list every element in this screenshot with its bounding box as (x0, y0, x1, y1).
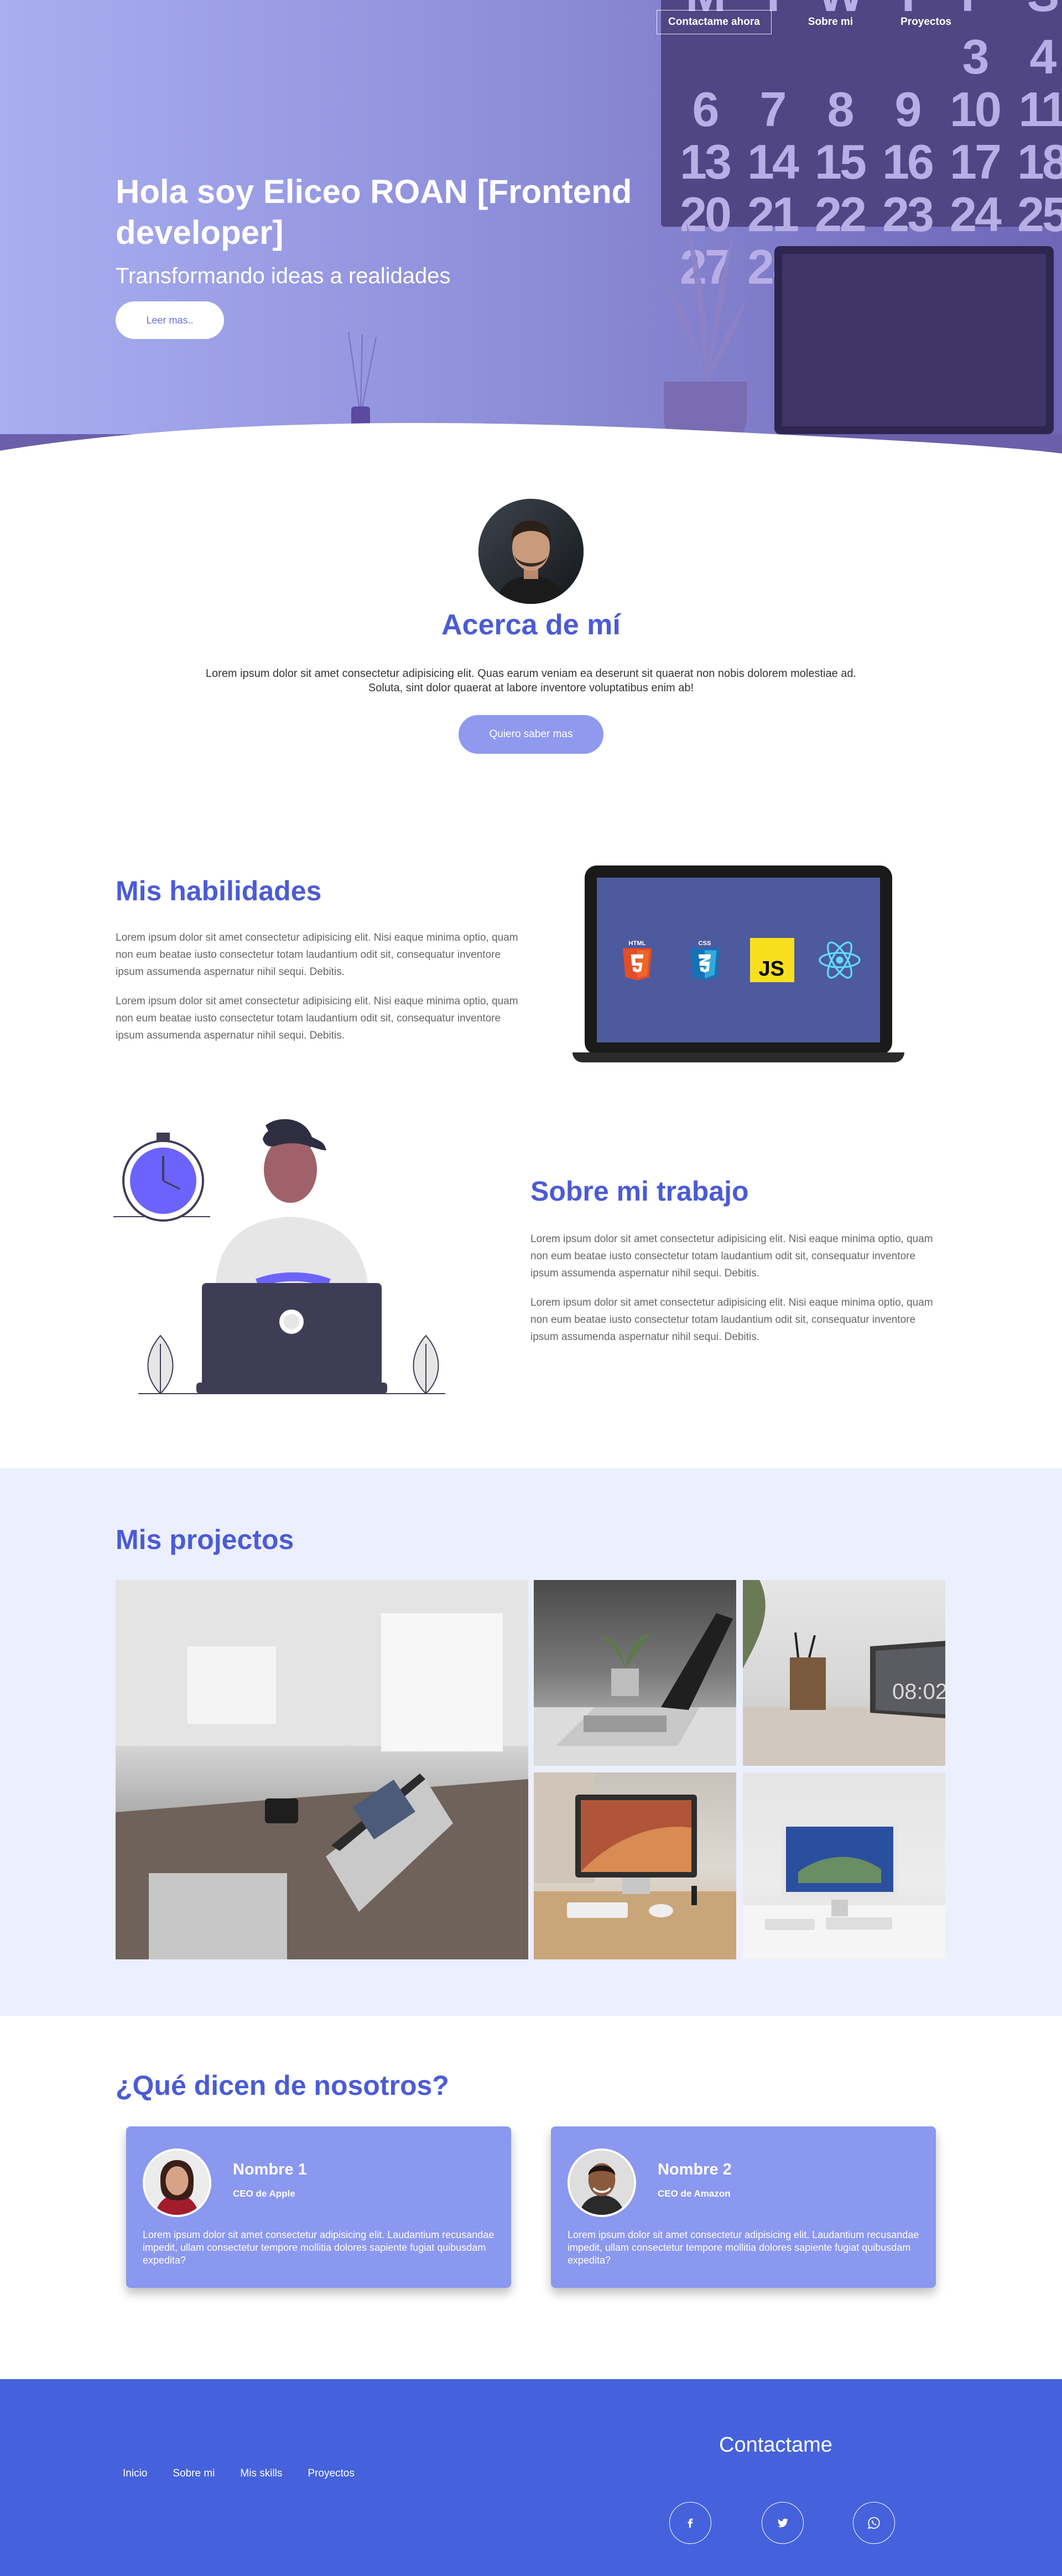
calendar-header: F (941, 0, 1008, 19)
calendar-day: 6 (692, 82, 720, 137)
calendar-header: S (1008, 0, 1062, 19)
hero-monitor-image (774, 246, 1054, 452)
hero-wave-divider (0, 423, 1062, 459)
calendar-day: 21 (747, 187, 799, 242)
testimonial-role-2: CEO de Amazon (658, 2188, 731, 2199)
html5-icon: HTML (615, 937, 660, 983)
hero-section: MTWTFS3467891011131415161718202122232425… (0, 0, 1062, 459)
about-title: Acerca de mí (441, 609, 621, 641)
calendar-day: 8 (827, 82, 855, 137)
nav-projects-link[interactable]: Proyectos (889, 11, 962, 34)
project-photo-imac[interactable] (534, 1772, 736, 1959)
laptop-display: HTML CSS JS (597, 878, 880, 1042)
calendar-day: 11 (1018, 82, 1062, 137)
laptop-screen: HTML CSS JS (585, 865, 892, 1055)
calendar-day: 9 (894, 82, 922, 137)
testimonial-card-1: Nombre 1 CEO de Apple Lorem ipsum dolor … (126, 2126, 511, 2288)
calendar-day: 16 (882, 134, 934, 189)
calendar-day: 7 (759, 82, 787, 137)
facebook-icon (688, 2518, 693, 2528)
footer-link-skills[interactable]: Mis skills (240, 2468, 282, 2480)
about-text: Lorem ipsum dolor sit amet consectetur a… (205, 668, 857, 694)
calendar-header: T (873, 0, 941, 19)
css-label: CSS (698, 940, 711, 947)
calendar-day: 18 (1017, 134, 1062, 189)
project-photo-imac-island[interactable] (743, 1772, 945, 1959)
nav-contact-button[interactable]: Contactame ahora (657, 10, 772, 34)
calendar-day (738, 30, 806, 83)
js-label: JS (759, 957, 784, 981)
hero-title: Hola soy Eliceo ROAN [Frontend developer… (116, 173, 632, 251)
facebook-button[interactable] (669, 2502, 711, 2544)
twitter-button[interactable] (762, 2502, 804, 2544)
footer-nav: Inicio Sobre mi Mis skills Proyectos (123, 2468, 355, 2480)
hero-diffuser-sticks (348, 332, 377, 409)
footer-link-home[interactable]: Inicio (123, 2468, 147, 2480)
page: MTWTFS3467891011131415161718202122232425… (0, 0, 1062, 2576)
footer-contact-title: Contactame (719, 2433, 832, 2457)
calendar-day: 4 (1029, 29, 1057, 84)
learn-more-button[interactable]: Quiero saber mas (459, 715, 603, 754)
project-photo-laptop-plant[interactable] (534, 1580, 736, 1766)
react-icon (817, 937, 862, 983)
project-photo-desk-clock[interactable]: 08:02 (743, 1580, 945, 1766)
testimonial-avatar-2 (568, 2149, 636, 2217)
twitter-icon (777, 2518, 788, 2527)
work-paragraph-1: Lorem ipsum dolor sit amet consectetur a… (530, 1233, 933, 1279)
skills-laptop-image: HTML CSS JS (572, 865, 904, 1067)
calendar-header: M (671, 0, 738, 19)
calendar-day: 22 (815, 187, 867, 242)
calendar-day: 3 (962, 29, 990, 84)
calendar-day (806, 30, 873, 83)
laptop-base (572, 1052, 904, 1062)
work-title: Sobre mi trabajo (530, 1176, 749, 1207)
javascript-icon: JS (749, 937, 795, 983)
testimonial-name-1: Nombre 1 (233, 2161, 307, 2178)
calendar-day (671, 30, 738, 83)
footer: Inicio Sobre mi Mis skills Proyectos Con… (0, 2379, 1062, 2576)
css3-icon: CSS (682, 937, 727, 983)
testimonial-text-1: Lorem ipsum dolor sit amet consectetur a… (143, 2229, 494, 2266)
whatsapp-icon (868, 2517, 880, 2529)
skills-paragraph-1: Lorem ipsum dolor sit amet consectetur a… (116, 932, 518, 978)
whatsapp-button[interactable] (853, 2502, 895, 2544)
projects-title: Mis projectos (116, 1524, 294, 1555)
testimonial-role-1: CEO de Apple (233, 2188, 295, 2199)
skills-paragraph-2: Lorem ipsum dolor sit amet consectetur a… (116, 995, 518, 1041)
skills-title: Mis habilidades (116, 875, 322, 906)
calendar-day: 15 (815, 134, 867, 189)
footer-link-about[interactable]: Sobre mi (173, 2468, 215, 2480)
testimonials-title: ¿Qué dicen de nosotros? (116, 2070, 449, 2101)
about-avatar (478, 499, 584, 604)
clock-text: 08:02 (892, 1680, 945, 1704)
calendar-header: W (806, 0, 873, 19)
testimonial-name-2: Nombre 2 (658, 2161, 732, 2178)
work-illustration (113, 1119, 445, 1395)
top-nav: Contactame ahora Sobre mi Proyectos (657, 10, 962, 34)
footer-link-projects[interactable]: Proyectos (308, 2468, 354, 2480)
hero-subtitle: Transformando ideas a realidades (116, 264, 451, 288)
testimonial-text-2: Lorem ipsum dolor sit amet consectetur a… (568, 2229, 919, 2266)
read-more-button[interactable]: Leer mas.. (116, 301, 224, 339)
calendar-day: 23 (882, 187, 934, 242)
work-paragraph-2: Lorem ipsum dolor sit amet consectetur a… (530, 1297, 933, 1343)
html-label: HTML (628, 940, 645, 947)
calendar-day: 10 (950, 82, 1002, 137)
testimonial-avatar-1 (143, 2149, 211, 2217)
calendar-day: 25 (1017, 187, 1062, 242)
calendar-day: 24 (950, 187, 1002, 242)
calendar-header: T (738, 0, 806, 19)
calendar-day: 14 (747, 134, 799, 189)
project-photo-workspace[interactable] (116, 1580, 528, 1959)
nav-about-link[interactable]: Sobre mi (797, 11, 864, 34)
testimonial-card-2: Nombre 2 CEO de Amazon Lorem ipsum dolor… (551, 2126, 936, 2288)
calendar-day: 17 (950, 134, 1002, 189)
calendar-day (873, 30, 941, 83)
